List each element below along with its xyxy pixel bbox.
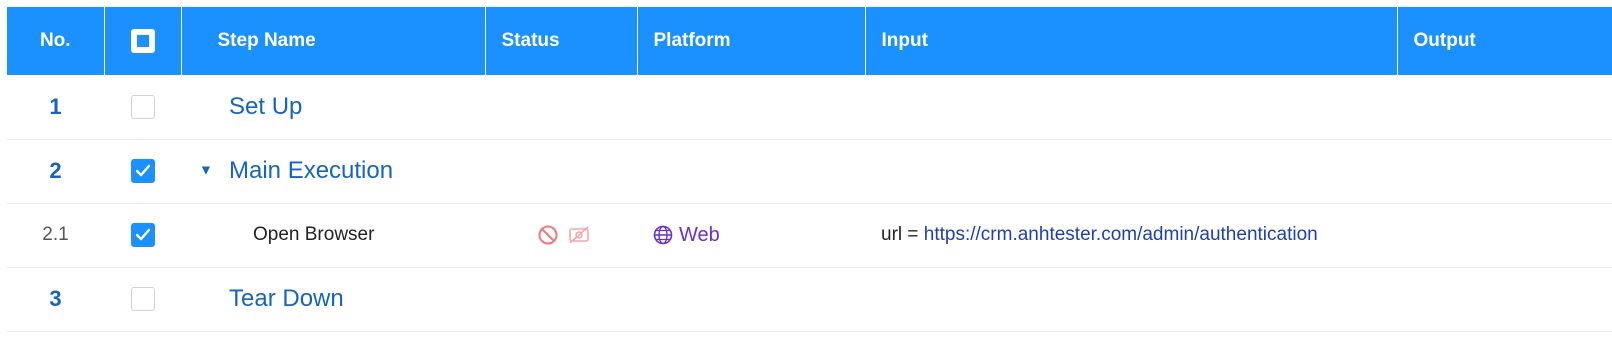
platform-cell bbox=[637, 139, 865, 204]
step-name-open-browser[interactable]: Open Browser bbox=[181, 203, 485, 268]
output-cell bbox=[1397, 203, 1612, 268]
steps-table: No. Step Name Status Platform Input Outp… bbox=[7, 7, 1612, 332]
group-name-tear-down[interactable]: Tear Down bbox=[181, 267, 485, 332]
row-checkbox[interactable] bbox=[130, 94, 155, 119]
header-status[interactable]: Status bbox=[485, 7, 638, 75]
group-label: Main Execution bbox=[229, 157, 394, 184]
row-number: 2.1 bbox=[7, 203, 104, 268]
input-cell bbox=[865, 139, 1397, 204]
input-cell bbox=[865, 75, 1397, 140]
check-icon bbox=[135, 164, 150, 177]
row-checkbox[interactable] bbox=[130, 287, 155, 311]
header-input[interactable]: Input bbox=[865, 7, 1398, 75]
block-icon[interactable] bbox=[537, 224, 559, 246]
group-name-setup[interactable]: Set Up bbox=[181, 75, 485, 140]
header-step-name[interactable]: Step Name bbox=[181, 7, 486, 75]
input-cell[interactable]: url = https://crm.anhtester.com/admin/au… bbox=[865, 203, 1397, 268]
row-number: 2 bbox=[7, 139, 104, 204]
status-cell bbox=[485, 267, 637, 332]
input-url-link[interactable]: https://crm.anhtester.com/admin/authenti… bbox=[924, 224, 1318, 245]
table-row[interactable]: 3 Tear Down bbox=[7, 267, 1612, 332]
platform-label: Web bbox=[679, 223, 720, 246]
platform-cell: Web bbox=[637, 203, 865, 268]
input-key: url = bbox=[881, 224, 919, 245]
status-cell bbox=[485, 139, 637, 204]
steps-table-wrapper: No. Step Name Status Platform Input Outp… bbox=[7, 7, 1612, 332]
check-icon bbox=[135, 228, 150, 241]
row-select-cell bbox=[104, 75, 181, 140]
status-cell bbox=[485, 203, 637, 268]
row-select-cell bbox=[104, 139, 181, 204]
output-cell bbox=[1397, 267, 1612, 332]
platform-cell bbox=[637, 267, 865, 332]
table-row[interactable]: 2 ▼ Main Execution bbox=[7, 139, 1612, 204]
input-cell bbox=[865, 267, 1397, 332]
group-name-main-execution[interactable]: ▼ Main Execution bbox=[181, 139, 485, 204]
select-all-checkbox[interactable] bbox=[130, 29, 155, 53]
platform-cell bbox=[637, 75, 865, 140]
table-row[interactable]: 2.1 Open Browser Web url = https://crm.a… bbox=[7, 203, 1612, 268]
output-cell bbox=[1397, 75, 1612, 140]
output-cell bbox=[1397, 139, 1612, 204]
row-select-cell bbox=[104, 267, 181, 332]
globe-icon bbox=[653, 225, 673, 245]
table-header: No. Step Name Status Platform Input Outp… bbox=[7, 7, 1612, 75]
eye-off-icon[interactable] bbox=[567, 225, 591, 245]
caret-down-icon[interactable]: ▼ bbox=[199, 161, 213, 177]
status-cell bbox=[485, 75, 637, 140]
row-checkbox[interactable] bbox=[130, 223, 155, 247]
header-select-all[interactable] bbox=[104, 7, 182, 75]
header-output[interactable]: Output bbox=[1397, 7, 1612, 75]
row-select-cell bbox=[104, 203, 181, 268]
row-number: 1 bbox=[7, 75, 104, 140]
header-no[interactable]: No. bbox=[7, 7, 105, 75]
table-row[interactable]: 1 Set Up bbox=[7, 75, 1612, 140]
row-number: 3 bbox=[7, 267, 104, 332]
row-checkbox[interactable] bbox=[130, 159, 155, 183]
header-platform[interactable]: Platform bbox=[637, 7, 866, 75]
